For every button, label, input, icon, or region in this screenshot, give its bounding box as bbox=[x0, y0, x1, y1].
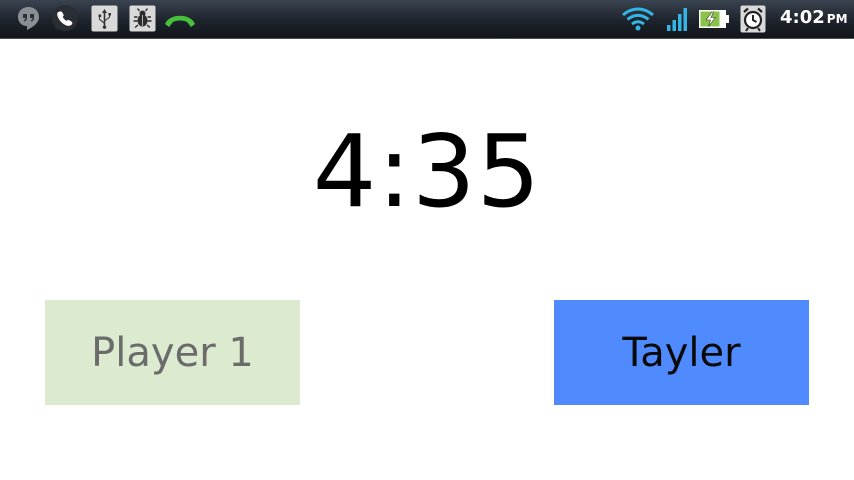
hangouts-icon bbox=[15, 5, 42, 32]
debug-bug-icon bbox=[129, 5, 156, 32]
signal-icon bbox=[666, 6, 690, 32]
status-clock: 4:02 PM bbox=[780, 6, 848, 32]
alarm-clock-icon bbox=[740, 5, 766, 33]
wifi-icon bbox=[621, 6, 655, 32]
battery-charging-icon bbox=[698, 8, 730, 30]
player-2-button[interactable]: Tayler bbox=[554, 300, 809, 405]
status-clock-ampm: PM bbox=[826, 12, 848, 26]
player-1-button[interactable]: Player 1 bbox=[45, 300, 300, 405]
status-clock-time: 4:02 bbox=[780, 7, 825, 28]
game-timer: 4:35 bbox=[312, 113, 542, 230]
usb-icon bbox=[91, 5, 118, 32]
status-bar: 4:02 PM bbox=[0, 0, 854, 39]
call-in-progress-icon bbox=[163, 9, 197, 31]
phone-icon bbox=[49, 4, 81, 34]
